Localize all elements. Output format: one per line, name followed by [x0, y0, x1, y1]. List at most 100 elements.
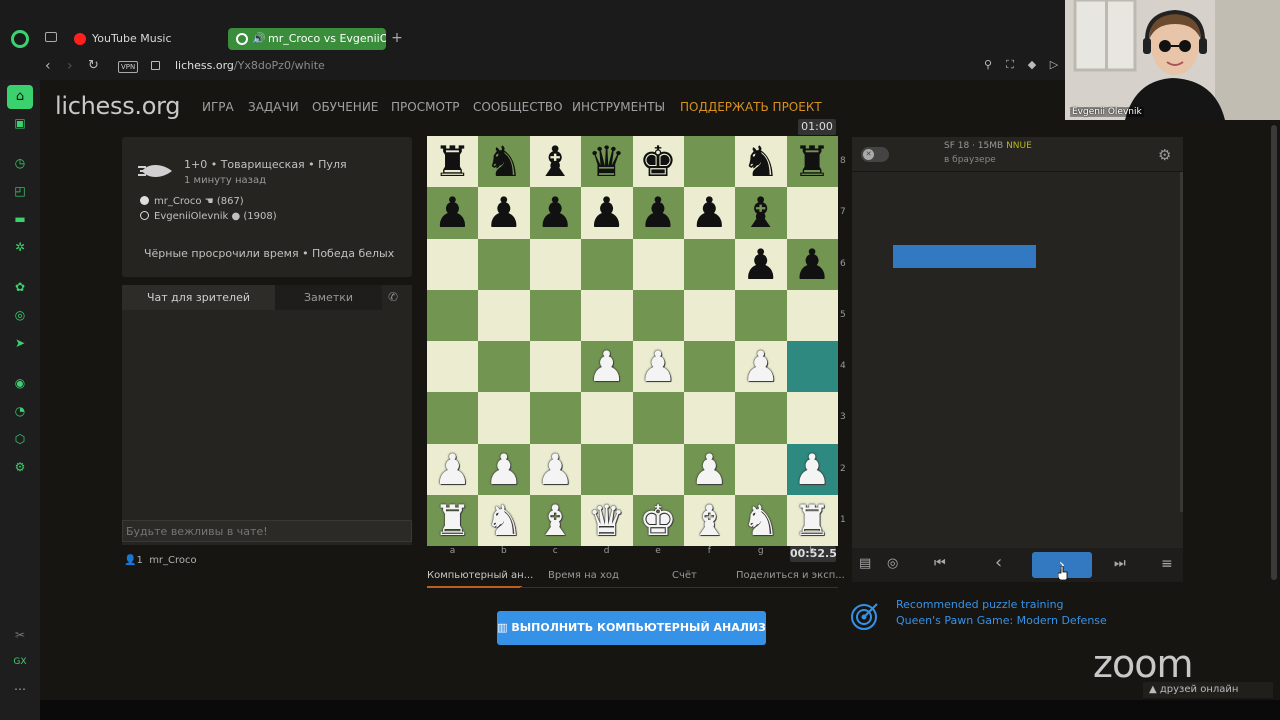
square-f6[interactable] — [683, 238, 736, 290]
tab-notes[interactable]: Заметки — [275, 285, 382, 310]
pinboard-icon[interactable]: ✂ — [13, 628, 27, 642]
tab-spectator-chat[interactable]: Чат для зрителей — [122, 285, 275, 310]
new-tab-button[interactable]: + — [390, 30, 404, 46]
square-c3[interactable] — [529, 392, 582, 444]
black-pawn-piece[interactable]: ♟ — [581, 187, 632, 238]
settings-icon[interactable]: ⚙ — [13, 460, 27, 474]
square-a3[interactable] — [427, 392, 479, 444]
puzzle-recommendation-title[interactable]: Recommended puzzle training — [896, 598, 1064, 611]
white-knight-piece[interactable]: ♞ — [735, 495, 786, 546]
history-icon[interactable]: ◔ — [13, 404, 27, 418]
page-scrollbar[interactable] — [1271, 125, 1277, 580]
square-f4[interactable] — [683, 341, 736, 393]
square-d5[interactable] — [581, 289, 633, 341]
black-queen-piece[interactable]: ♛ — [581, 136, 632, 187]
tab-crosstable[interactable]: Счёт — [672, 570, 697, 581]
whatsapp-icon[interactable]: ◎ — [13, 308, 27, 322]
white-knight-piece[interactable]: ♞ — [478, 495, 529, 546]
white-pawn-piece[interactable]: ♟ — [633, 341, 684, 392]
book-icon[interactable]: ▤ — [859, 556, 871, 571]
url-field[interactable]: lichess.org/Yx8doPz0/white — [175, 59, 325, 72]
site-logo[interactable]: lichess.org — [55, 92, 181, 120]
black-rook-piece[interactable]: ♜ — [427, 136, 478, 187]
opera-logo-icon[interactable] — [11, 30, 29, 48]
white-pawn-piece[interactable]: ♟ — [581, 341, 632, 392]
nav-puzzles[interactable]: ЗАДАЧИ — [248, 100, 299, 114]
square-f5[interactable] — [683, 289, 736, 341]
square-h7[interactable] — [786, 187, 838, 239]
square-f3[interactable] — [683, 392, 736, 444]
cube-icon[interactable]: ⬡ — [13, 432, 27, 446]
square-h5[interactable] — [786, 289, 838, 341]
square-e6[interactable] — [632, 238, 684, 290]
square-e3[interactable] — [632, 392, 684, 444]
spectator-name[interactable]: mr_Croco — [149, 555, 196, 566]
gamepad-icon[interactable]: ▣ — [13, 116, 27, 130]
forward-icon[interactable]: › — [67, 58, 73, 74]
white-bishop-piece[interactable]: ♝ — [530, 495, 581, 546]
white-rook-piece[interactable]: ♜ — [787, 495, 838, 546]
black-bishop-piece[interactable]: ♝ — [735, 187, 786, 238]
black-player[interactable]: EvgeniiOlevnik ● (1908) — [140, 211, 277, 222]
tab-lichess-game[interactable]: 🔊 mr_Croco vs EvgeniiOl — [228, 28, 386, 50]
last-move-icon[interactable]: ⏭ — [1114, 556, 1126, 571]
prev-move-icon[interactable]: ‹ — [995, 552, 1002, 573]
chat-input[interactable] — [122, 520, 412, 542]
practice-icon[interactable]: ◎ — [887, 556, 898, 571]
puzzle-recommendation-opening[interactable]: Queen's Pawn Game: Modern Defense — [896, 614, 1107, 627]
square-d3[interactable] — [581, 392, 633, 444]
square-d2[interactable] — [581, 443, 633, 495]
square-g5[interactable] — [735, 289, 787, 341]
square-b4[interactable] — [478, 341, 530, 393]
tab-youtube-music[interactable]: YouTube Music — [66, 28, 226, 50]
tab-list-icon[interactable] — [45, 32, 57, 42]
black-knight-piece[interactable]: ♞ — [478, 136, 529, 187]
square-h4[interactable] — [786, 341, 838, 393]
white-pawn-piece[interactable]: ♟ — [478, 444, 529, 495]
white-queen-piece[interactable]: ♛ — [581, 495, 632, 546]
speaker-icon[interactable]: 🔊 — [252, 28, 266, 50]
tab-computer-analysis[interactable]: Компьютерный ан... — [427, 570, 533, 581]
black-pawn-piece[interactable]: ♟ — [633, 187, 684, 238]
square-a6[interactable] — [427, 238, 479, 290]
black-king-piece[interactable]: ♚ — [633, 136, 684, 187]
nav-watch[interactable]: ПРОСМОТР — [391, 100, 459, 114]
square-e2[interactable] — [632, 443, 684, 495]
black-bishop-piece[interactable]: ♝ — [530, 136, 581, 187]
black-pawn-piece[interactable]: ♟ — [530, 187, 581, 238]
white-pawn-piece[interactable]: ♟ — [787, 444, 838, 495]
chess-board[interactable]: ♜ ♞ ♝ ♛ ♚ ♞ ♜ ♟ ♟ ♟ ♟ ♟ ♟ ♝ ♟ ♟ ♟ ♟ ♟ ♟ ♟ ♟ ♟ ♟ ♜ ♞ ♝ ♛ ♚ ♝ ♞ ♜ — [427, 136, 838, 546]
reload-icon[interactable]: ↻ — [88, 58, 99, 73]
engine-toggle[interactable]: ✕ — [861, 147, 889, 162]
gear-icon[interactable]: ⚙ — [1158, 146, 1171, 164]
square-g3[interactable] — [735, 392, 787, 444]
nav-learn[interactable]: ОБУЧЕНИЕ — [312, 100, 378, 114]
moves-scrollbar[interactable] — [1180, 172, 1183, 512]
pin-icon[interactable]: ⚲ — [982, 59, 994, 71]
black-pawn-piece[interactable]: ♟ — [684, 187, 735, 238]
black-pawn-piece[interactable]: ♟ — [427, 187, 478, 238]
square-c4[interactable] — [529, 341, 582, 393]
wallet-icon[interactable]: ▬ — [13, 212, 27, 226]
white-pawn-piece[interactable]: ♟ — [530, 444, 581, 495]
square-a4[interactable] — [427, 341, 479, 393]
nav-community[interactable]: СООБЩЕСТВО — [473, 100, 563, 114]
square-h3[interactable] — [786, 392, 838, 444]
black-knight-piece[interactable]: ♞ — [735, 136, 786, 187]
black-rook-piece[interactable]: ♜ — [787, 136, 838, 187]
white-player[interactable]: mr_Croco ☚ (867) — [140, 196, 244, 207]
black-pawn-piece[interactable]: ♟ — [478, 187, 529, 238]
square-a5[interactable] — [427, 289, 479, 341]
request-analysis-button[interactable]: ▥ ВЫПОЛНИТЬ КОМПЬЮТЕРНЫЙ АНАЛИЗ — [497, 611, 766, 645]
tab-move-times[interactable]: Время на ход — [548, 570, 619, 581]
back-icon[interactable]: ‹ — [45, 58, 51, 74]
square-f8[interactable] — [683, 136, 736, 188]
gx-icon[interactable]: GX — [13, 655, 27, 669]
telegram-icon[interactable]: ➤ — [13, 336, 27, 350]
nav-play[interactable]: ИГРА — [202, 100, 234, 114]
bag-icon[interactable]: ◰ — [13, 184, 27, 198]
tab-share-export[interactable]: Поделиться и эксп... — [736, 570, 845, 581]
black-pawn-piece[interactable]: ♟ — [787, 239, 838, 290]
lock-icon[interactable] — [151, 61, 160, 70]
square-d6[interactable] — [581, 238, 633, 290]
